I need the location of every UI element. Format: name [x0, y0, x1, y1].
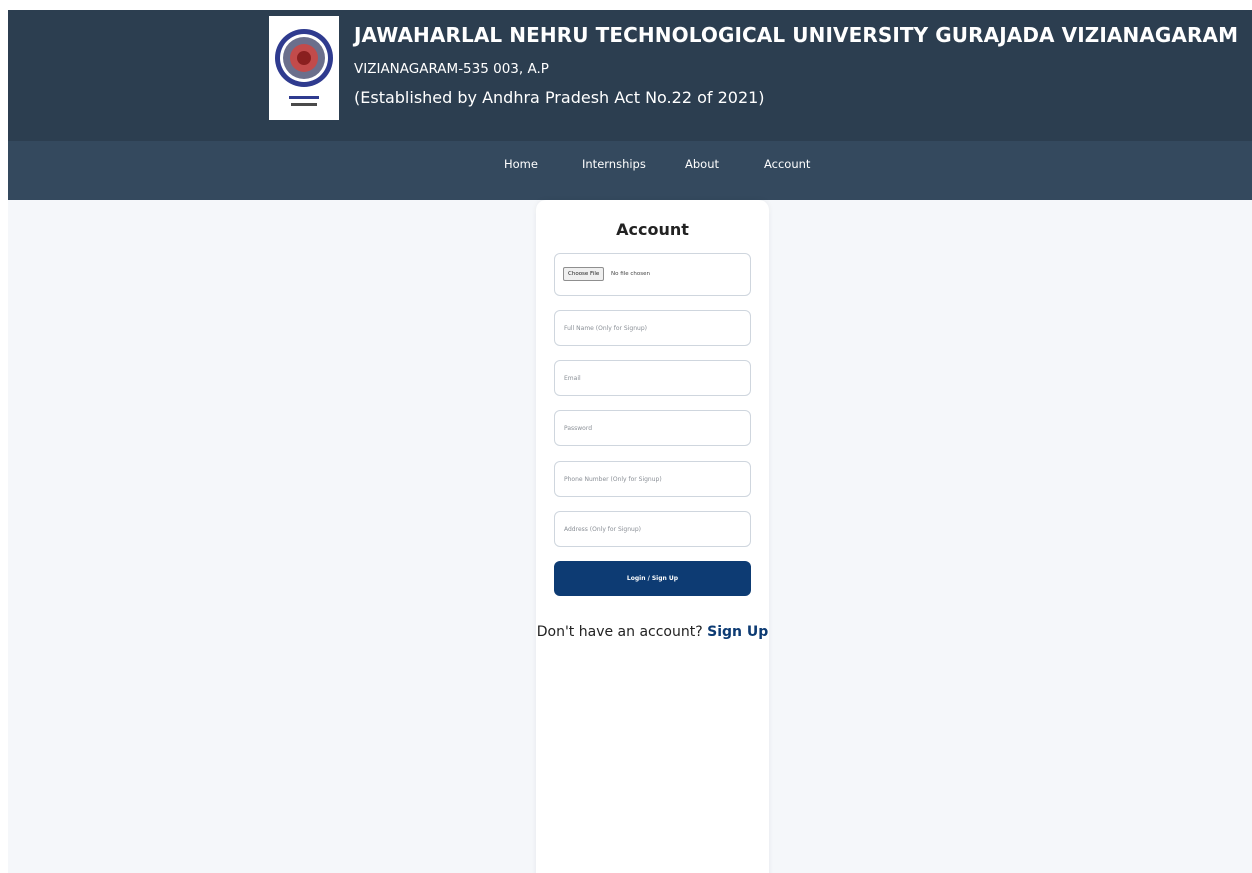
email-input[interactable] — [554, 360, 751, 396]
university-logo — [269, 16, 339, 120]
account-title: Account — [616, 220, 689, 239]
university-seal-icon — [275, 29, 333, 106]
nav-home[interactable]: Home — [504, 157, 538, 171]
university-address: VIZIANAGARAM-535 003, A.P — [354, 61, 549, 77]
full-name-input[interactable] — [554, 310, 751, 346]
nav-internships[interactable]: Internships — [582, 157, 646, 171]
signup-prompt-text: Don't have an account? — [536, 624, 703, 640]
university-name: JAWAHARLAL NEHRU TECHNOLOGICAL UNIVERSIT… — [354, 23, 1239, 47]
address-input[interactable] — [554, 511, 751, 547]
file-status: No file chosen — [611, 271, 650, 277]
main-nav: Home Internships About Account — [8, 141, 1252, 200]
profile-file-picker: Choose File No file chosen — [554, 253, 751, 296]
site-header: JAWAHARLAL NEHRU TECHNOLOGICAL UNIVERSIT… — [8, 10, 1252, 141]
nav-about[interactable]: About — [685, 157, 719, 171]
page: JAWAHARLAL NEHRU TECHNOLOGICAL UNIVERSIT… — [8, 10, 1252, 873]
nav-account[interactable]: Account — [764, 157, 810, 171]
phone-input[interactable] — [554, 461, 751, 497]
choose-file-button[interactable]: Choose File — [563, 267, 605, 281]
login-signup-button[interactable]: Login / Sign Up — [554, 561, 751, 596]
account-card: Account Choose File No file chosen Login… — [536, 200, 769, 873]
password-input[interactable] — [554, 410, 751, 446]
university-established: (Established by Andhra Pradesh Act No.22… — [354, 88, 765, 107]
signup-link[interactable]: Sign Up — [707, 624, 768, 640]
signup-prompt: Don't have an account? Sign Up — [536, 624, 769, 640]
